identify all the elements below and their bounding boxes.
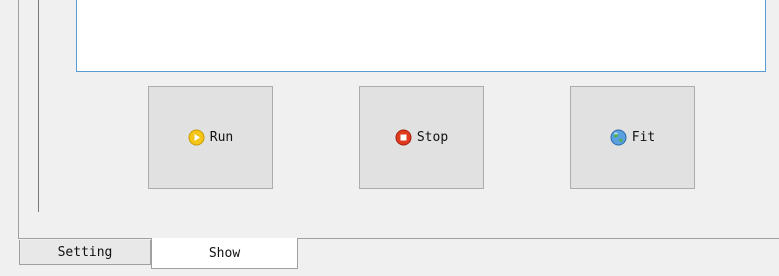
play-circle-icon (188, 129, 205, 146)
globe-icon (610, 129, 627, 146)
stop-button[interactable]: Stop (359, 86, 484, 189)
fit-button[interactable]: Fit (570, 86, 695, 189)
run-button-label: Run (209, 130, 234, 145)
tab-setting-label: Setting (57, 244, 113, 260)
outer-frame-border (18, 0, 19, 238)
stop-circle-icon (395, 129, 412, 146)
display-area (76, 0, 766, 72)
tab-show[interactable]: Show (151, 238, 298, 269)
fit-button-label: Fit (631, 130, 656, 145)
inner-frame-border (38, 0, 39, 212)
tab-show-label: Show (208, 245, 241, 261)
tab-setting[interactable]: Setting (19, 240, 151, 265)
run-button[interactable]: Run (148, 86, 273, 189)
tab-bar-divider (18, 238, 779, 239)
stop-button-label: Stop (416, 130, 449, 145)
